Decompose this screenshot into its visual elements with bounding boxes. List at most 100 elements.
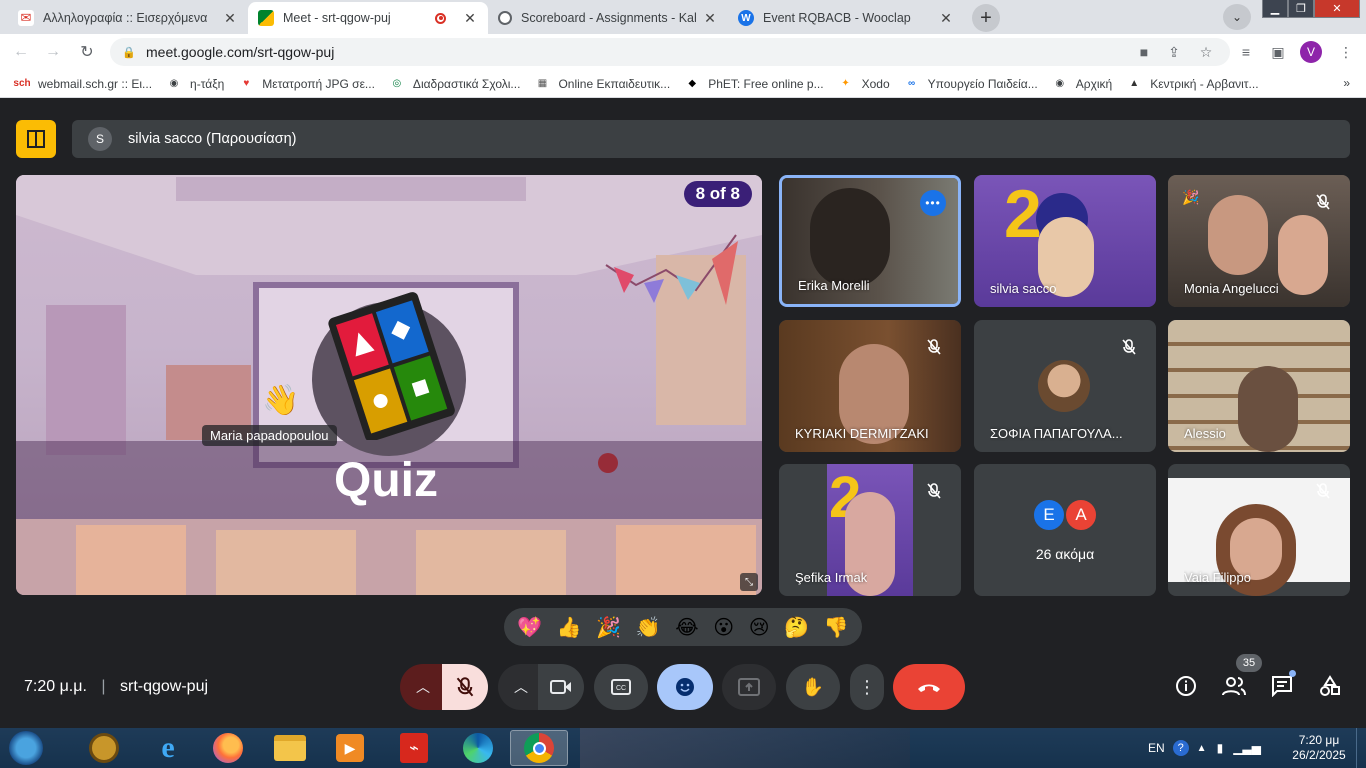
bookmark-item[interactable]: ♥ Μετατροπή JPG σε... — [238, 77, 375, 91]
hat-icon: ▲ — [1129, 78, 1140, 89]
collapse-icon[interactable]: ⤡ — [740, 573, 758, 591]
sch-icon: sch — [13, 78, 31, 89]
side-panel-icon[interactable]: ▣ — [1268, 42, 1288, 62]
hand-raise-label: Maria papadopoulou — [202, 425, 337, 446]
close-window-button[interactable]: ✕ — [1314, 0, 1360, 18]
raise-hand-button[interactable]: ✋ — [786, 664, 840, 710]
bookmark-item[interactable]: ◆ PhET: Free online p... — [684, 77, 823, 91]
participant-tile[interactable]: Vaia Filippo — [1168, 464, 1350, 596]
taskbar-edge[interactable] — [450, 730, 506, 766]
party-reaction[interactable]: 🎉 — [596, 615, 621, 640]
participant-name: KYRIAKI DERMITZAKI — [795, 426, 929, 441]
taskbar-ie[interactable]: e — [140, 730, 196, 766]
language-indicator[interactable]: EN — [1148, 741, 1165, 755]
info-icon — [1176, 676, 1196, 696]
participant-tile[interactable]: ΣΟΦΙΑ ΠΑΠΑΓΟΥΛΑ... — [974, 320, 1156, 452]
close-icon[interactable]: ✕ — [938, 10, 954, 27]
bookmark-item[interactable]: ◉ Αρχική — [1052, 77, 1112, 91]
tab-meet[interactable]: Meet - srt-qgow-puj ✕ — [248, 2, 488, 34]
bookmark-star-icon[interactable]: ☆ — [1196, 42, 1216, 62]
battery-icon[interactable]: ▮ — [1217, 741, 1224, 755]
bookmark-item[interactable]: ◎ Διαδραστικά Σχολι... — [389, 77, 521, 91]
start-button[interactable] — [0, 730, 52, 766]
bookmark-item[interactable]: ✦ Xodo — [838, 77, 889, 91]
captions-button[interactable]: CC — [594, 664, 648, 710]
meeting-details-button[interactable] — [1174, 674, 1198, 698]
thumbs-down-reaction[interactable]: 👎 — [824, 615, 849, 640]
participant-tile[interactable]: KYRIAKI DERMITZAKI — [779, 320, 961, 452]
camera-in-use-icon[interactable]: ■ — [1134, 42, 1154, 62]
share-icon[interactable]: ⇪ — [1164, 42, 1184, 62]
bookmark-label: Υπουργείο Παιδεία... — [927, 76, 1038, 91]
participant-name: ΣΟΦΙΑ ΠΑΠΑΓΟΥΛΑ... — [990, 426, 1123, 441]
taskbar-explorer[interactable] — [262, 730, 318, 766]
laugh-reaction[interactable]: 😂 — [675, 615, 698, 640]
show-desktop-button[interactable] — [1356, 728, 1366, 768]
tab-search-button[interactable]: ⌄ — [1223, 4, 1251, 30]
taskbar-acrobat[interactable]: ⌁ — [386, 730, 442, 766]
tab-wooclap[interactable]: W Event RQBACB - Wooclap ✕ — [728, 2, 964, 34]
maximize-button[interactable]: ❐ — [1288, 0, 1314, 18]
more-options-icon[interactable]: ••• — [920, 190, 946, 216]
help-icon[interactable]: ? — [1172, 740, 1189, 756]
bookmark-item[interactable]: sch webmail.sch.gr :: Ει... — [13, 77, 152, 91]
svg-text:CC: CC — [616, 685, 626, 692]
close-icon[interactable]: ✕ — [462, 10, 478, 27]
taskbar-app[interactable] — [76, 730, 132, 766]
mic-toggle-button[interactable] — [442, 664, 488, 710]
tab-title: Αλληλογραφία :: Εισερχόμενα — [43, 11, 208, 25]
bookmark-label: PhET: Free online p... — [708, 76, 824, 91]
taskbar-firefox[interactable] — [200, 730, 256, 766]
edge-icon — [463, 733, 493, 763]
forward-button[interactable]: → — [42, 41, 64, 63]
emoji-icon — [676, 678, 694, 696]
activities-button[interactable] — [1318, 674, 1342, 698]
participant-tile[interactable]: ••• Erika Morelli — [779, 175, 961, 307]
taskbar-clock[interactable]: 7:20 μμ 26/2/2025 — [1290, 728, 1348, 768]
present-screen-button[interactable] — [722, 664, 776, 710]
taskbar-time: 7:20 μμ — [1298, 733, 1340, 747]
tab-kahoot[interactable]: Scoreboard - Assignments - Kahoot ✕ — [488, 2, 728, 34]
sad-reaction[interactable]: 😢 — [749, 615, 770, 640]
camera-toggle-button[interactable] — [538, 664, 584, 710]
participant-tile[interactable]: 🎉 Monia Angelucci — [1168, 175, 1350, 307]
participant-tile[interactable]: 2 Şefika Irmak — [779, 464, 961, 596]
back-button[interactable]: ← — [10, 41, 32, 63]
bookmarks-more-button[interactable]: » — [1343, 76, 1350, 90]
participant-tile[interactable]: 2 silvia sacco — [974, 175, 1156, 307]
close-icon[interactable]: ✕ — [222, 10, 238, 27]
media-control-icon[interactable]: ≡ — [1236, 42, 1256, 62]
clap-reaction[interactable]: 👏 — [636, 615, 661, 640]
end-call-button[interactable] — [893, 664, 965, 710]
more-participants-tile[interactable]: E A 26 ακόμα — [974, 464, 1156, 596]
taskbar-media[interactable]: ▶ — [322, 730, 378, 766]
close-icon[interactable]: ✕ — [702, 10, 718, 27]
address-bar[interactable]: 🔒 meet.google.com/srt-qgow-puj — [110, 38, 1230, 66]
sparkling-heart-reaction[interactable]: 💖 — [517, 615, 542, 640]
thumbs-up-reaction[interactable]: 👍 — [557, 615, 582, 640]
surprised-reaction[interactable]: 😮 — [713, 615, 734, 640]
bookmark-item[interactable]: ▦ Online Εκπαιδευτικ... — [534, 77, 670, 91]
people-button[interactable] — [1222, 674, 1246, 698]
reactions-button[interactable] — [657, 664, 713, 710]
presenter-label: silvia sacco (Παρουσίαση) — [128, 131, 297, 147]
bookmark-item[interactable]: ▲ Κεντρική - Αρβανιτ... — [1126, 77, 1258, 91]
chat-button[interactable] — [1270, 670, 1296, 698]
minimize-button[interactable]: ▁ — [1262, 0, 1288, 18]
menu-kebab-icon[interactable]: ⋮ — [1336, 42, 1356, 62]
taskbar-chrome[interactable] — [510, 730, 568, 766]
bookmark-item[interactable]: ∞ Υπουργείο Παιδεία... — [904, 77, 1038, 91]
participant-tile[interactable]: Alessio — [1168, 320, 1350, 452]
bookmark-item[interactable]: ◉ η-τάξη — [166, 77, 225, 91]
signal-icon[interactable]: ▁▃▅ — [1233, 741, 1261, 755]
audio-options-button[interactable]: ︿ — [400, 664, 446, 710]
tab-mail[interactable]: ✉ Αλληλογραφία :: Εισερχόμενα ✕ — [8, 2, 248, 34]
question-counter: 8 of 8 — [683, 181, 752, 207]
profile-avatar[interactable]: V — [1300, 41, 1322, 63]
reload-button[interactable]: ↻ — [76, 41, 98, 63]
new-tab-button[interactable]: + — [972, 4, 1000, 32]
thinking-reaction[interactable]: 🤔 — [784, 615, 809, 640]
presentation-layout-button[interactable] — [16, 120, 56, 158]
tray-expand-icon[interactable]: ▲ — [1197, 743, 1207, 754]
more-options-button[interactable]: ⋮ — [850, 664, 884, 710]
